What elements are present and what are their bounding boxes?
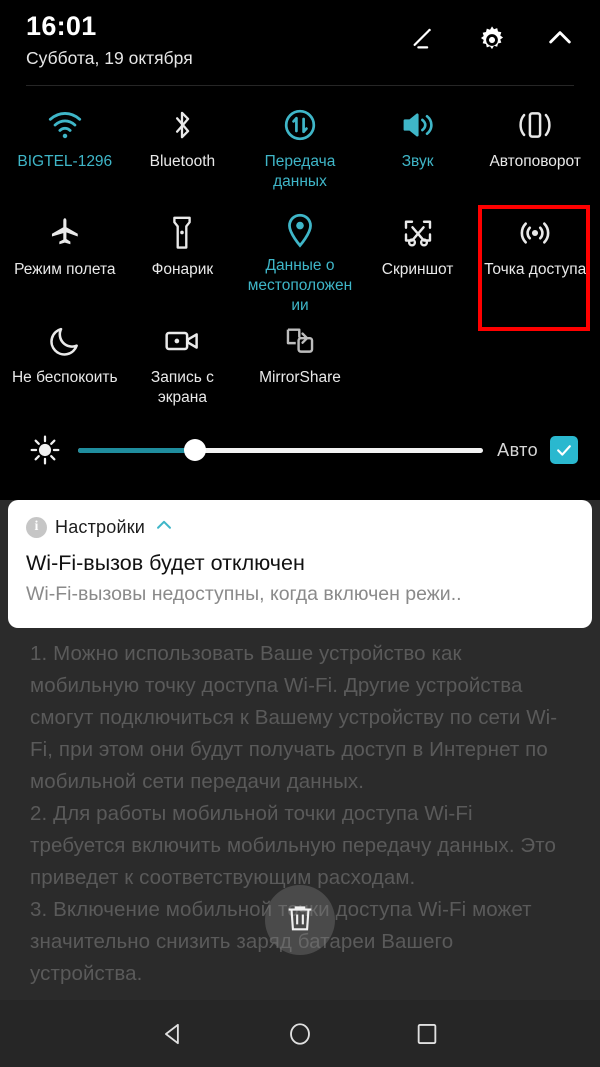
tile-wifi[interactable]: BIGTEL-1296 [6,94,124,202]
header-divider [26,85,574,86]
phone-screen: 1. Можно использовать Ваше устройство ка… [0,0,600,1067]
tile-label: Не беспокоить [11,369,118,386]
tile-label: Данные о местоположении [247,257,353,314]
slider-knob[interactable] [184,439,207,461]
tile-mobile-data[interactable]: Передача данных [241,94,359,202]
tile-screen-recorder[interactable]: Запись с экрана [124,310,242,418]
screen-record-icon [158,320,206,362]
background-paragraph-2: 2. Для работы мобильной точки доступа Wi… [30,802,557,889]
tile-label: Скриншот [381,261,454,278]
auto-brightness-checkbox[interactable] [550,436,578,464]
tile-flashlight[interactable]: Фонарик [124,202,242,310]
hotspot-icon [511,212,559,254]
delete-floating-button[interactable] [265,885,335,955]
notification-header: i Настройки [26,514,574,540]
tile-label: Режим полета [14,261,116,278]
notification-title: Wi-Fi-вызов будет отключен [26,551,305,575]
tile-airplane-mode[interactable]: Режим полета [6,202,124,310]
tile-label: Точка доступа [484,261,587,278]
bluetooth-icon [158,104,206,146]
tile-label: Передача данных [264,153,336,190]
notification-card[interactable]: i Настройки Wi-Fi-вызов будет отключен W… [8,500,592,628]
tile-mirrorshare[interactable]: MirrorShare [241,310,359,418]
auto-rotate-icon [511,104,559,146]
tile-bluetooth[interactable]: Bluetooth [124,94,242,202]
tile-label: Запись с экрана [150,369,214,406]
tile-label: Фонарик [151,261,214,278]
tile-do-not-disturb[interactable]: Не беспокоить [6,310,124,418]
edit-icon[interactable] [404,18,444,58]
gear-icon[interactable] [472,18,512,58]
sound-icon [394,104,442,146]
notification-body: Wi-Fi-вызовы недоступны, когда включен р… [26,583,462,605]
navigation-bar [0,1000,600,1067]
quick-settings-panel: 16:01 Суббота, 19 октября BIGTEL-1296 Bl… [0,0,600,500]
tile-label: BIGTEL-1296 [17,153,113,170]
brightness-sun-icon [22,433,68,467]
location-pin-icon [276,212,324,250]
tile-empty-2 [476,310,594,418]
data-transfer-icon [276,104,324,146]
recents-icon[interactable] [397,1004,457,1064]
brightness-row: Авто [0,422,600,478]
tile-label: Автоповорот [489,153,581,170]
tile-hotspot[interactable]: Точка доступа [476,202,594,310]
slider-fill [78,448,196,453]
tile-label: Bluetooth [149,153,216,170]
status-header: 16:01 Суббота, 19 октября [0,0,600,86]
back-icon[interactable] [143,1004,203,1064]
tile-location[interactable]: Данные о местоположении [241,202,359,314]
home-icon[interactable] [270,1004,330,1064]
header-icon-group [404,18,580,58]
chevron-up-icon[interactable] [540,18,580,58]
brightness-slider[interactable] [78,439,484,461]
auto-brightness-label: Авто [497,439,538,460]
tile-auto-rotate[interactable]: Автоповорот [476,94,594,202]
tile-sound[interactable]: Звук [359,94,477,202]
background-paragraph-1: 1. Можно использовать Ваше устройство ка… [30,642,558,793]
trash-icon [283,901,317,940]
mirrorshare-icon [276,320,324,362]
tile-label: Звук [401,153,434,170]
wifi-icon [41,104,89,146]
airplane-icon [41,212,89,254]
tiles-grid: BIGTEL-1296 Bluetooth Передача данных Зв… [0,86,600,418]
chevron-up-icon[interactable] [153,514,175,541]
tile-screenshot[interactable]: Скриншот [359,202,477,310]
flashlight-icon [158,212,206,254]
moon-icon [41,320,89,362]
tile-empty-1 [359,310,477,418]
notification-app-name: Настройки [55,516,146,537]
screenshot-icon [394,212,442,254]
info-icon: i [26,516,47,538]
tile-label: MirrorShare [259,369,341,386]
